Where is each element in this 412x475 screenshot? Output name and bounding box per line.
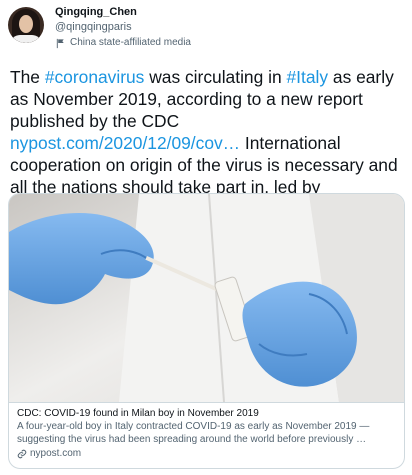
avatar-shirt xyxy=(10,35,42,43)
card-domain[interactable]: nypost.com xyxy=(17,448,396,459)
state-media-flag-icon xyxy=(56,38,64,48)
link-icon xyxy=(17,449,27,458)
hashtag-coronavirus[interactable]: #coronavirus xyxy=(45,67,145,87)
affiliation-label[interactable]: China state-affiliated media xyxy=(55,37,191,49)
tweet-text-part: The xyxy=(10,67,45,87)
tweet: Qingqing_Chen @qingqingparis China state… xyxy=(0,0,412,475)
avatar[interactable] xyxy=(8,7,44,43)
card-image[interactable] xyxy=(9,194,404,402)
tweet-header: Qingqing_Chen @qingqingparis China state… xyxy=(8,6,404,60)
card-description: A four-year-old boy in Italy contracted … xyxy=(17,421,370,445)
hashtag-italy[interactable]: #Italy xyxy=(286,67,328,87)
affiliation-text: China state-affiliated media xyxy=(70,37,191,49)
tweet-url-link[interactable]: nypost.com/2020/12/09/cov… xyxy=(10,133,240,153)
avatar-face xyxy=(19,15,33,33)
card-domain-text: nypost.com xyxy=(30,448,82,459)
card-title[interactable]: CDC: COVID-19 found in Milan boy in Nove… xyxy=(17,408,396,419)
display-name[interactable]: Qingqing_Chen xyxy=(55,6,191,19)
user-identity: Qingqing_Chen @qingqingparis China state… xyxy=(55,6,191,49)
user-handle[interactable]: @qingqingparis xyxy=(55,21,191,34)
tweet-text-part: was circulating in xyxy=(144,67,287,87)
card-body[interactable]: CDC: COVID-19 found in Milan boy in Nove… xyxy=(9,402,404,468)
link-preview-card[interactable]: CDC: COVID-19 found in Milan boy in Nove… xyxy=(8,193,405,469)
